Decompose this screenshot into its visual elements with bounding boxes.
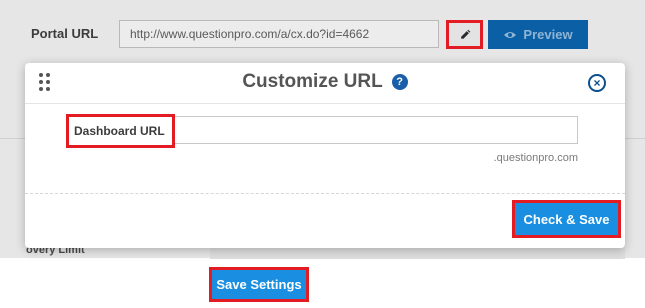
customize-url-modal: Customize URL ? × Dashboard URL .questio…: [25, 63, 625, 248]
modal-header: Customize URL ? ×: [25, 63, 625, 104]
dashboard-url-input[interactable]: [175, 116, 578, 144]
eye-icon: [504, 31, 517, 38]
preview-button[interactable]: Preview: [488, 20, 588, 49]
question-circle-icon[interactable]: ?: [391, 74, 408, 90]
section-divider-right: [625, 138, 645, 179]
portal-url-label: Portal URL: [31, 26, 99, 41]
pencil-icon: [460, 29, 470, 39]
modal-footer-divider: [25, 193, 625, 194]
modal-title-text: Customize URL: [242, 71, 383, 92]
modal-title: Customize URL ?: [25, 71, 625, 93]
save-settings-button[interactable]: Save Settings: [209, 267, 309, 302]
portal-url-field[interactable]: http://www.questionpro.com/a/cx.do?id=46…: [119, 20, 439, 48]
domain-suffix: .questionpro.com: [493, 152, 578, 164]
dashboard-url-label: Dashboard URL: [66, 114, 175, 148]
close-button[interactable]: ×: [588, 74, 606, 92]
preview-label: Preview: [523, 27, 573, 42]
check-and-save-button[interactable]: Check & Save: [512, 200, 621, 238]
edit-url-button[interactable]: [446, 20, 483, 49]
